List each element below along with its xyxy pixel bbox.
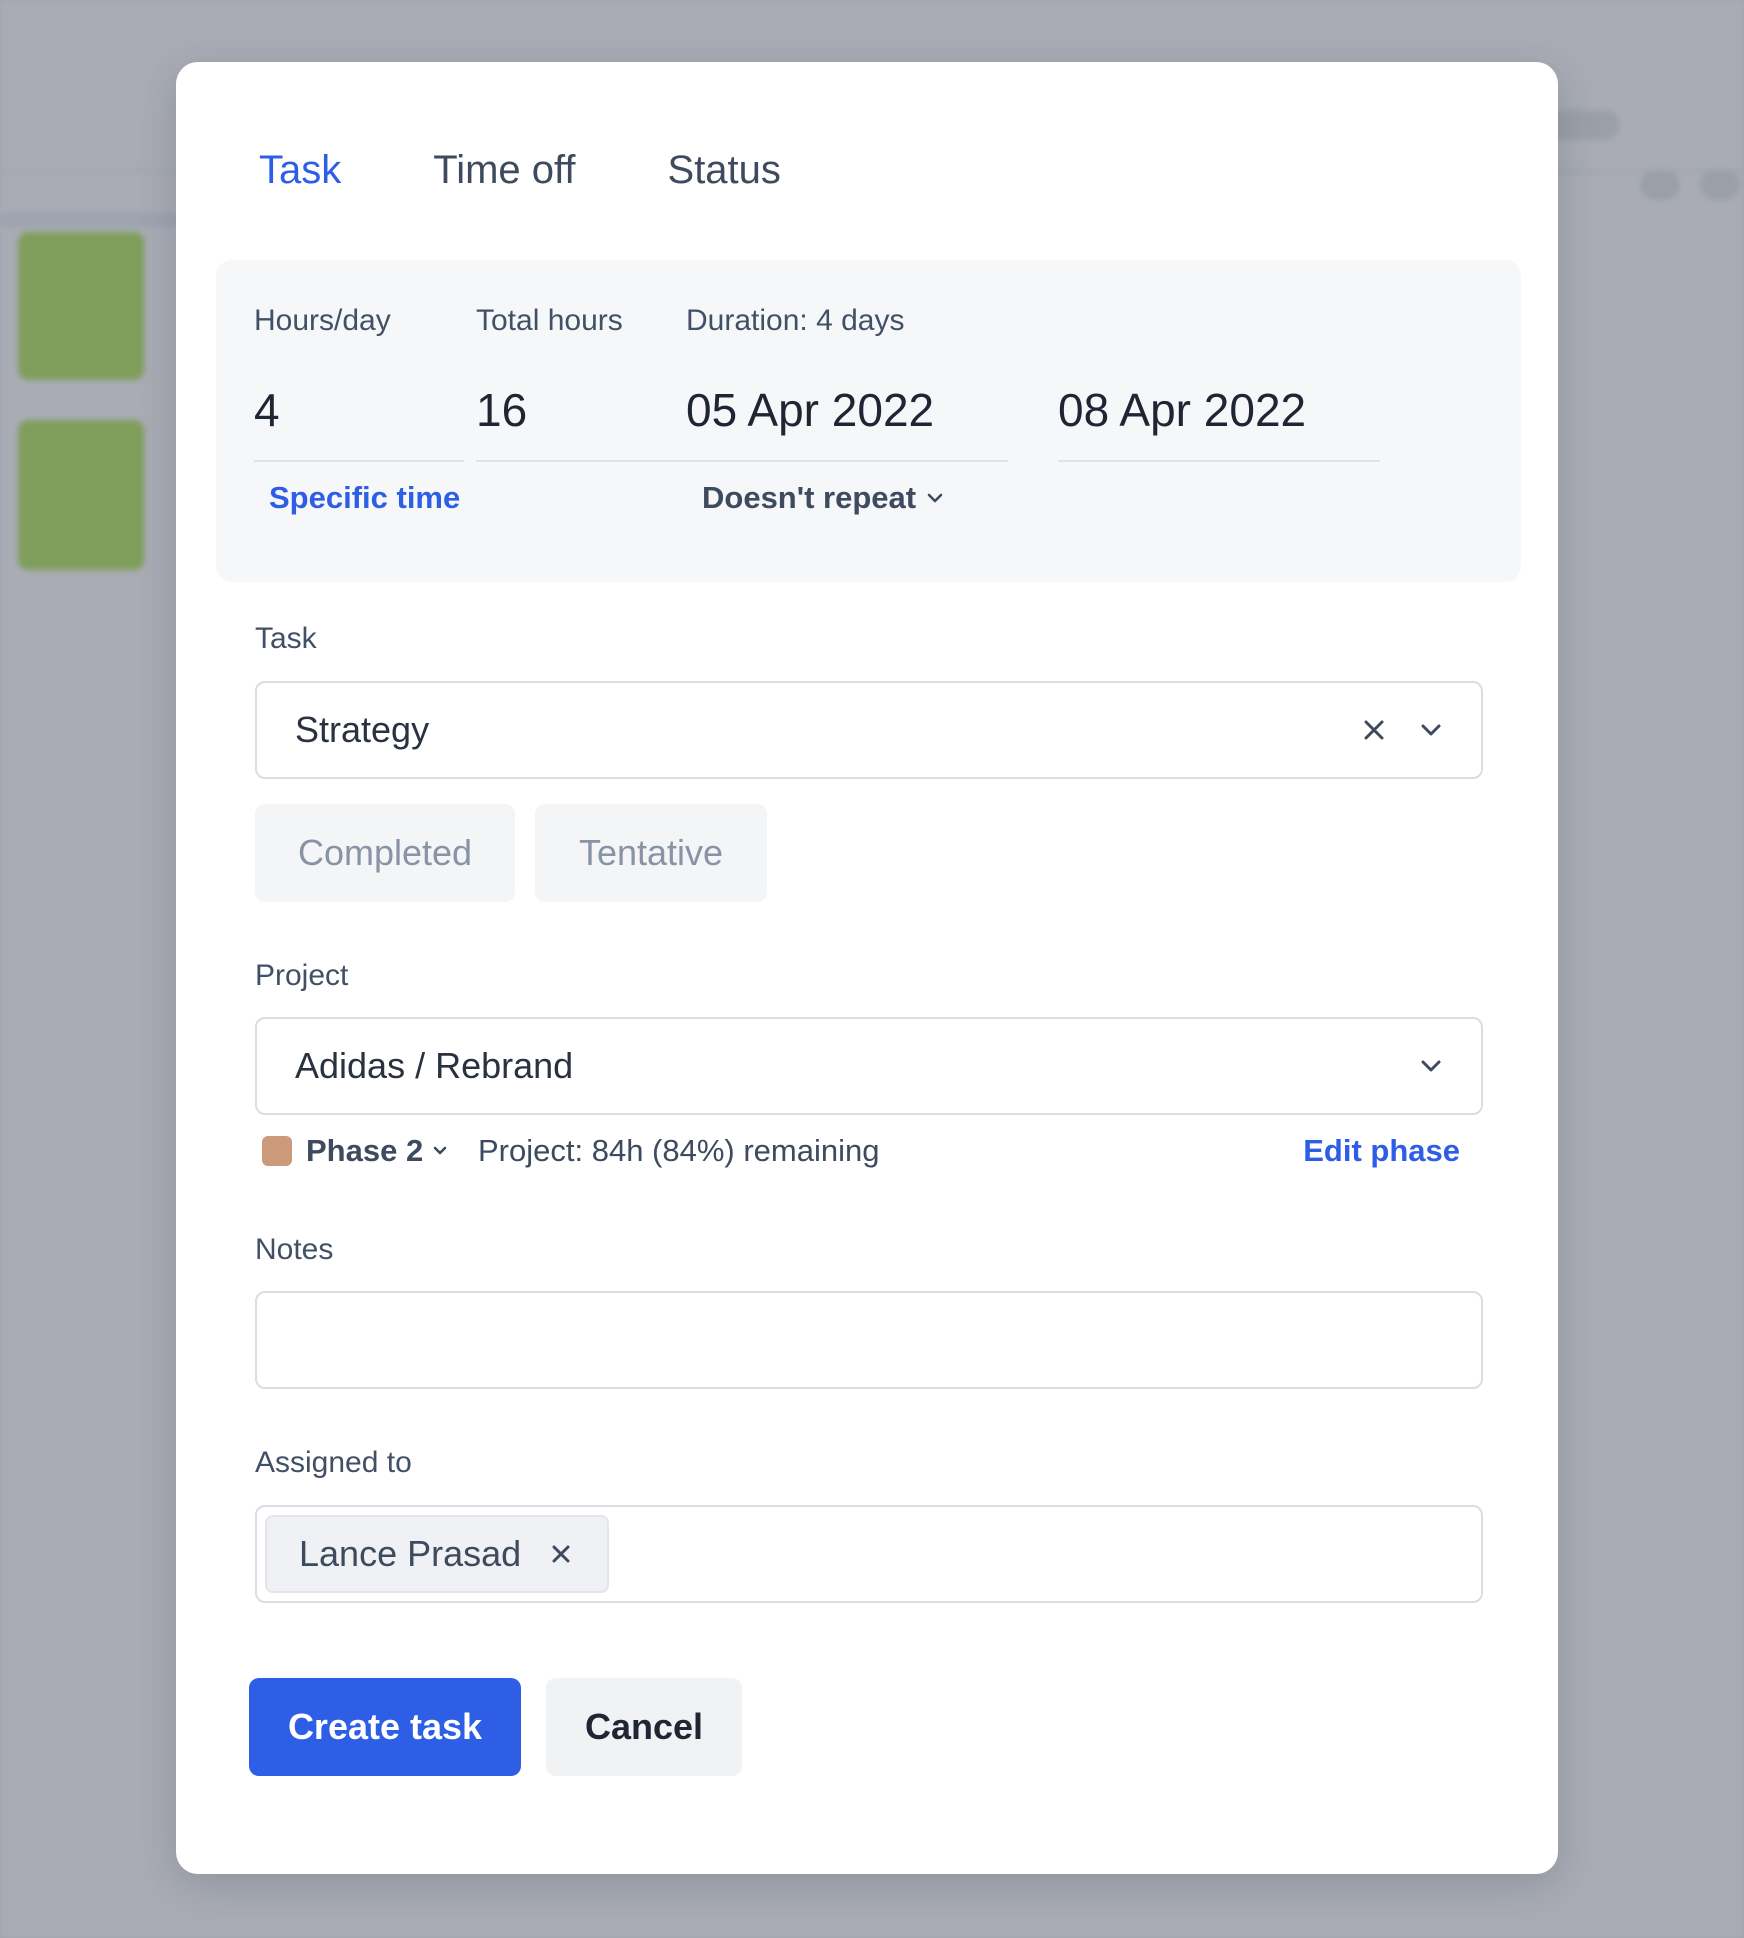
chevron-down-icon[interactable] xyxy=(432,1145,448,1157)
repeat-dropdown[interactable]: Doesn't repeat xyxy=(702,480,944,516)
total-hours-input[interactable]: 16 xyxy=(476,378,686,462)
cancel-button[interactable]: Cancel xyxy=(546,1678,742,1776)
background-control xyxy=(1700,170,1740,200)
start-date-input[interactable]: 05 Apr 2022 xyxy=(686,378,1008,462)
clear-icon[interactable] xyxy=(1362,718,1386,742)
completed-toggle[interactable]: Completed xyxy=(255,804,515,902)
edit-phase-link[interactable]: Edit phase xyxy=(1303,1126,1460,1176)
background-control xyxy=(1550,110,1620,140)
tab-time-off[interactable]: Time off xyxy=(422,132,586,208)
notes-input[interactable] xyxy=(255,1291,1483,1389)
duration-label: Duration: 4 days xyxy=(686,304,905,337)
background-task-block xyxy=(18,420,144,570)
chevron-down-icon[interactable] xyxy=(1420,1059,1442,1073)
time-panel: Hours/day Total hours Duration: 4 days 4… xyxy=(216,260,1521,582)
tab-task[interactable]: Task xyxy=(248,132,353,269)
project-remaining: Project: 84h (84%) remaining xyxy=(478,1133,880,1168)
assigned-to-label: Assigned to xyxy=(255,1446,412,1479)
project-select[interactable]: Adidas / Rebrand xyxy=(255,1017,1483,1115)
specific-time-link[interactable]: Specific time xyxy=(269,480,460,516)
project-label: Project xyxy=(255,959,349,992)
task-label: Task xyxy=(255,622,317,655)
task-modal: Task Time off Status Hours/day Total hou… xyxy=(176,62,1558,1874)
phase-dropdown[interactable]: Phase 2 xyxy=(306,1126,423,1176)
create-task-button[interactable]: Create task xyxy=(249,1678,521,1776)
chevron-down-icon xyxy=(927,493,943,503)
project-value: Adidas / Rebrand xyxy=(295,1045,574,1086)
phase-color-swatch xyxy=(262,1136,292,1166)
task-value: Strategy xyxy=(295,709,430,750)
background-placeholder xyxy=(0,212,180,228)
end-date-input[interactable]: 08 Apr 2022 xyxy=(1058,378,1380,462)
tentative-toggle[interactable]: Tentative xyxy=(535,804,767,902)
hours-per-day-label: Hours/day xyxy=(254,304,391,337)
notes-label: Notes xyxy=(255,1233,334,1266)
task-select[interactable]: Strategy xyxy=(255,681,1483,779)
chevron-down-icon[interactable] xyxy=(1420,723,1442,737)
total-hours-label: Total hours xyxy=(476,304,623,337)
background-task-block xyxy=(18,232,144,380)
tab-status[interactable]: Status xyxy=(657,132,792,208)
tab-bar: Task Time off Status xyxy=(248,132,862,272)
assignee-name: Lance Prasad xyxy=(299,1533,522,1574)
repeat-label: Doesn't repeat xyxy=(702,480,917,515)
background-control xyxy=(1640,170,1680,200)
remove-assignee-icon[interactable] xyxy=(550,1543,572,1565)
assignee-chip: Lance Prasad xyxy=(265,1515,609,1593)
hours-per-day-input[interactable]: 4 xyxy=(254,378,464,462)
assignee-input[interactable]: Lance Prasad xyxy=(255,1505,1483,1603)
phase-row: Phase 2 Project: 84h (84%) remaining Edi… xyxy=(262,1126,1474,1176)
